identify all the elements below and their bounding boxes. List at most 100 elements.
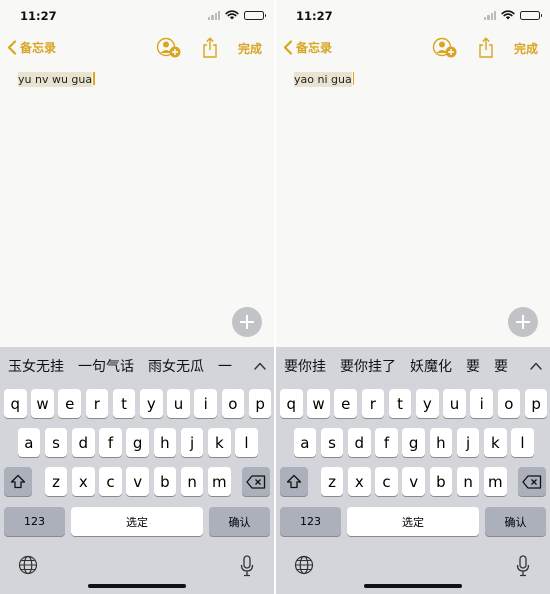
candidate-item[interactable]: 一 xyxy=(218,356,232,376)
key-l[interactable]: l xyxy=(235,428,258,457)
key-s[interactable]: s xyxy=(320,428,344,457)
key-z[interactable]: z xyxy=(44,467,68,496)
return-key[interactable]: 确认 xyxy=(485,507,546,536)
plus-icon[interactable] xyxy=(232,307,262,337)
key-o[interactable]: o xyxy=(221,389,245,418)
key-p[interactable]: p xyxy=(248,389,272,418)
key-q[interactable]: q xyxy=(280,389,303,418)
status-icons xyxy=(208,10,266,20)
expand-candidates-button[interactable] xyxy=(246,347,274,385)
expand-candidates-button[interactable] xyxy=(522,347,550,385)
numbers-key[interactable]: 123 xyxy=(4,507,65,536)
key-r[interactable]: r xyxy=(361,389,385,418)
key-b[interactable]: b xyxy=(429,467,453,496)
key-k[interactable]: k xyxy=(208,428,231,457)
cellular-signal-icon xyxy=(484,10,496,20)
candidate-item[interactable]: 要 xyxy=(494,356,508,376)
candidate-item[interactable]: 玉女无挂 xyxy=(8,356,64,376)
key-j[interactable]: j xyxy=(456,428,480,457)
microphone-icon[interactable] xyxy=(240,555,254,577)
delete-key[interactable] xyxy=(518,467,546,496)
space-key[interactable]: 选定 xyxy=(71,507,203,536)
return-key[interactable]: 确认 xyxy=(209,507,270,536)
key-j[interactable]: j xyxy=(180,428,204,457)
delete-icon xyxy=(522,474,542,489)
candidate-item[interactable]: 雨女无瓜 xyxy=(148,356,204,376)
key-t[interactable]: t xyxy=(112,389,136,418)
delete-key[interactable] xyxy=(242,467,270,496)
key-w[interactable]: w xyxy=(307,389,330,418)
key-f[interactable]: f xyxy=(375,428,398,457)
key-o[interactable]: o xyxy=(497,389,521,418)
key-q[interactable]: q xyxy=(4,389,27,418)
key-t[interactable]: t xyxy=(388,389,412,418)
key-a[interactable]: a xyxy=(17,428,41,457)
key-h[interactable]: h xyxy=(153,428,177,457)
delete-icon xyxy=(246,474,266,489)
key-v[interactable]: v xyxy=(402,467,425,496)
candidate-item[interactable]: 要你挂了 xyxy=(340,356,396,376)
status-bar: 11:27 xyxy=(0,0,274,34)
key-b[interactable]: b xyxy=(153,467,177,496)
note-text[interactable]: yu nv wu gua xyxy=(18,72,95,87)
shift-key[interactable] xyxy=(280,467,308,496)
key-i[interactable]: i xyxy=(470,389,493,418)
key-x[interactable]: x xyxy=(72,467,95,496)
key-l[interactable]: l xyxy=(511,428,534,457)
key-u[interactable]: u xyxy=(443,389,466,418)
key-m[interactable]: m xyxy=(208,467,231,496)
key-s[interactable]: s xyxy=(44,428,68,457)
key-p[interactable]: p xyxy=(524,389,548,418)
share-icon[interactable] xyxy=(478,37,494,58)
shift-icon xyxy=(10,474,26,489)
globe-icon[interactable] xyxy=(294,555,314,575)
key-v[interactable]: v xyxy=(126,467,149,496)
key-d[interactable]: d xyxy=(348,428,371,457)
key-d[interactable]: d xyxy=(72,428,95,457)
candidate-list: 玉女无挂 一句气话 雨女无瓜一 xyxy=(0,347,246,385)
add-collaborator-icon[interactable] xyxy=(432,37,458,59)
key-n[interactable]: n xyxy=(456,467,480,496)
globe-icon[interactable] xyxy=(18,555,38,575)
keyboard: qwertyuiop asdfghjkl zxcvbnm 123 选定 确认 xyxy=(0,385,274,594)
key-a[interactable]: a xyxy=(293,428,317,457)
key-e[interactable]: e xyxy=(58,389,81,418)
key-m[interactable]: m xyxy=(484,467,507,496)
key-c[interactable]: c xyxy=(99,467,122,496)
done-button[interactable]: 完成 xyxy=(238,40,262,57)
candidate-item[interactable]: 一句气话 xyxy=(78,356,134,376)
key-g[interactable]: g xyxy=(126,428,149,457)
key-r[interactable]: r xyxy=(85,389,109,418)
key-g[interactable]: g xyxy=(402,428,425,457)
key-c[interactable]: c xyxy=(375,467,398,496)
key-e[interactable]: e xyxy=(334,389,357,418)
shift-key[interactable] xyxy=(4,467,32,496)
add-collaborator-icon[interactable] xyxy=(156,37,182,59)
key-h[interactable]: h xyxy=(429,428,453,457)
text-cursor xyxy=(352,72,355,85)
key-k[interactable]: k xyxy=(484,428,507,457)
plus-icon[interactable] xyxy=(508,307,538,337)
battery-icon xyxy=(244,10,266,20)
candidate-item[interactable]: 要你挂 xyxy=(284,356,326,376)
key-i[interactable]: i xyxy=(194,389,217,418)
key-x[interactable]: x xyxy=(348,467,371,496)
key-f[interactable]: f xyxy=(99,428,122,457)
key-y[interactable]: y xyxy=(416,389,439,418)
numbers-key[interactable]: 123 xyxy=(280,507,341,536)
key-z[interactable]: z xyxy=(320,467,344,496)
key-y[interactable]: y xyxy=(140,389,163,418)
note-text[interactable]: yao ni gua xyxy=(294,72,355,87)
key-u[interactable]: u xyxy=(167,389,190,418)
back-button[interactable]: 备忘录 xyxy=(7,39,56,56)
key-w[interactable]: w xyxy=(31,389,54,418)
done-button[interactable]: 完成 xyxy=(514,40,538,57)
microphone-icon[interactable] xyxy=(516,555,530,577)
share-icon[interactable] xyxy=(202,37,218,58)
back-button[interactable]: 备忘录 xyxy=(283,39,332,56)
space-key[interactable]: 选定 xyxy=(347,507,479,536)
back-chevron-icon xyxy=(7,40,17,55)
key-n[interactable]: n xyxy=(180,467,204,496)
candidate-item[interactable]: 要 xyxy=(466,356,480,376)
candidate-item[interactable]: 妖魔化 xyxy=(410,356,452,376)
